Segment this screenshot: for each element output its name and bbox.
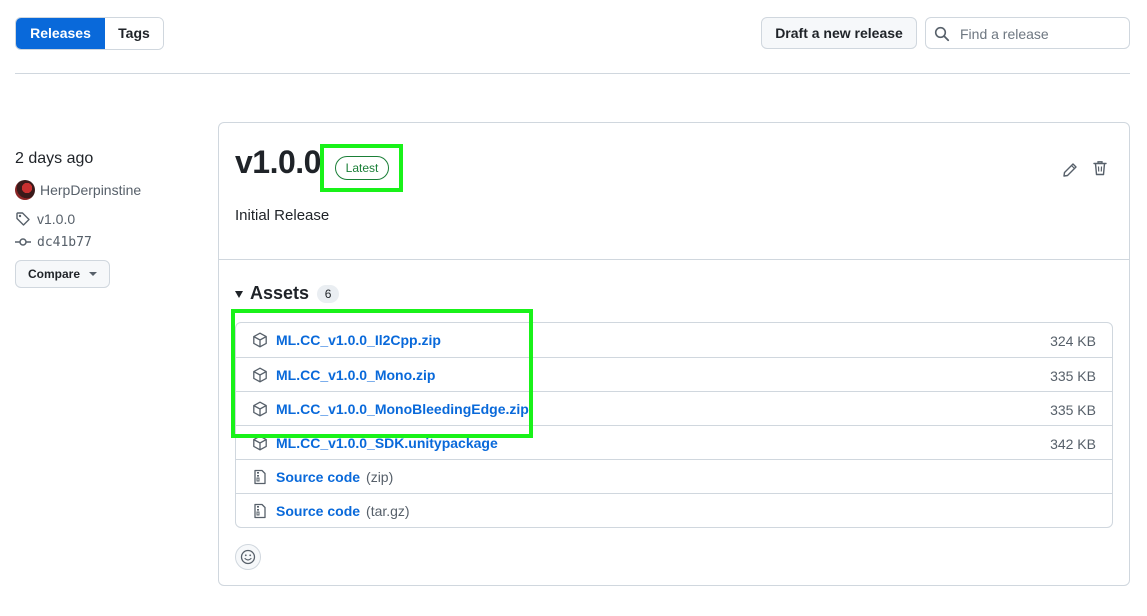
- tag-icon: [16, 212, 30, 226]
- commit-link[interactable]: dc41b77: [15, 234, 92, 250]
- assets-title[interactable]: Assets: [250, 283, 309, 304]
- asset-size: 335 KB: [1050, 402, 1096, 418]
- file-zip-icon: [254, 503, 266, 519]
- avatar: [15, 180, 35, 200]
- find-release-search[interactable]: [925, 17, 1130, 49]
- asset-size: 342 KB: [1050, 436, 1096, 452]
- git-commit-icon: [15, 238, 31, 246]
- smiley-icon: [240, 549, 256, 565]
- source-code-targz-link[interactable]: Source code (tar.gz): [276, 503, 410, 519]
- header-divider: [15, 73, 1130, 74]
- release-notes: Initial Release: [235, 207, 330, 224]
- tag-label[interactable]: v1.0.0: [37, 211, 75, 227]
- assets-toggle[interactable]: Assets 6: [235, 283, 340, 304]
- search-icon: [934, 26, 950, 42]
- card-divider: [219, 259, 1129, 260]
- author-name[interactable]: HerpDerpinstine: [40, 182, 141, 198]
- compare-label: Compare: [28, 267, 81, 281]
- latest-highlight-box: [320, 144, 403, 192]
- release-title[interactable]: v1.0.0: [235, 144, 321, 181]
- release-time: 2 days ago: [15, 150, 94, 167]
- draft-new-release-button[interactable]: Draft a new release: [761, 17, 917, 49]
- tab-releases[interactable]: Releases: [16, 18, 105, 49]
- assets-count-badge: 6: [317, 284, 340, 303]
- file-zip-icon: [254, 469, 266, 485]
- asset-size: 335 KB: [1050, 368, 1096, 384]
- list-item: Source code (zip): [236, 459, 1112, 493]
- chevron-down-icon: [89, 272, 97, 276]
- list-item: Source code (tar.gz): [236, 493, 1112, 527]
- author-link[interactable]: HerpDerpinstine: [15, 180, 141, 200]
- asset-size: 324 KB: [1050, 333, 1096, 349]
- triangle-down-icon: [235, 291, 243, 298]
- archive-format: (zip): [366, 469, 394, 485]
- add-reaction-button[interactable]: [235, 544, 261, 570]
- archive-format: (tar.gz): [366, 503, 410, 519]
- tab-tags[interactable]: Tags: [105, 18, 163, 49]
- trash-icon[interactable]: [1092, 160, 1108, 176]
- source-code-label[interactable]: Source code: [276, 503, 360, 519]
- pencil-icon[interactable]: [1062, 162, 1078, 178]
- commit-hash[interactable]: dc41b77: [37, 235, 92, 250]
- source-code-zip-link[interactable]: Source code (zip): [276, 469, 393, 485]
- source-code-label[interactable]: Source code: [276, 469, 360, 485]
- assets-highlight-box: [231, 309, 533, 438]
- search-input[interactable]: [958, 23, 1122, 45]
- releases-tags-switch: Releases Tags: [15, 17, 164, 50]
- tag-link[interactable]: v1.0.0: [15, 211, 75, 227]
- compare-button[interactable]: Compare: [15, 260, 110, 288]
